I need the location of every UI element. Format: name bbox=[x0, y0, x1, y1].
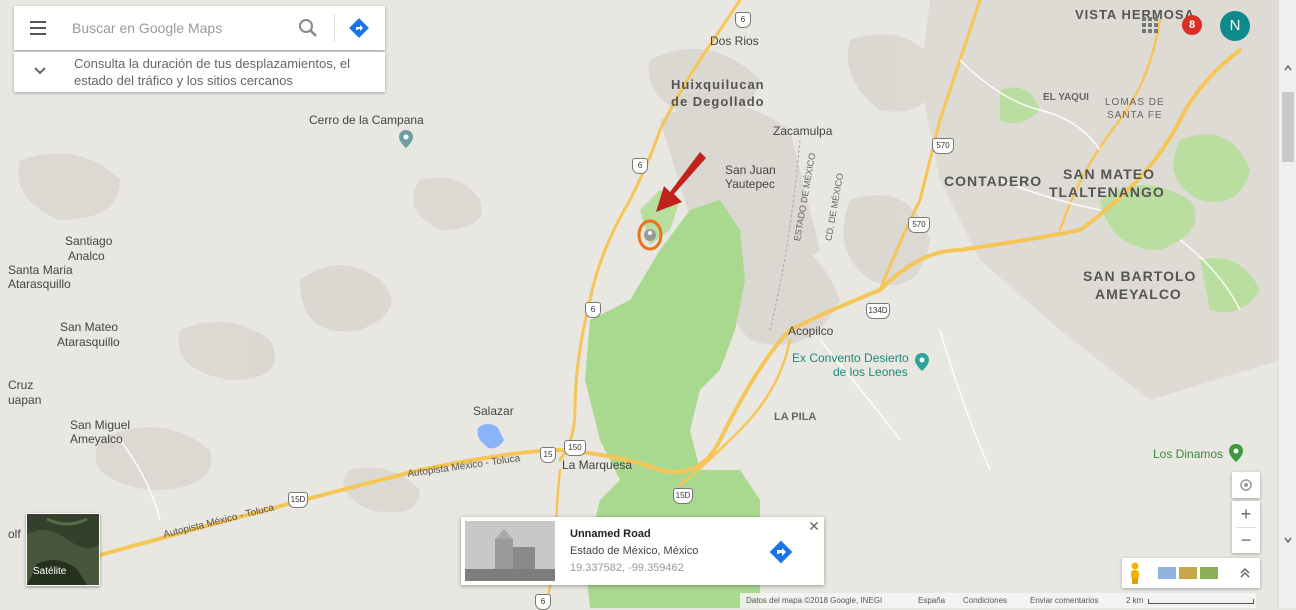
label-lomas-de: LOMAS DE bbox=[1105, 97, 1165, 108]
avatar[interactable]: N bbox=[1220, 11, 1250, 41]
location-marker-icon[interactable] bbox=[636, 218, 666, 254]
label-san-miguel: San Miguel bbox=[70, 418, 131, 432]
label-acopilco: Acopilco bbox=[788, 324, 834, 338]
route-shield: 150 bbox=[564, 440, 586, 456]
street-view-thumbnail[interactable] bbox=[465, 521, 555, 581]
place-subtitle: Estado de México, México bbox=[570, 545, 699, 557]
label-san-mateo-atarasquillo: San Mateo bbox=[60, 320, 119, 334]
search-icon[interactable] bbox=[298, 18, 318, 38]
label-santa-fe: SANTA FE bbox=[1107, 110, 1163, 121]
traffic-hint-panel: Consulta la duración de tus desplazamien… bbox=[14, 52, 385, 92]
label-uapan: uapan bbox=[8, 393, 42, 407]
scroll-up-arrow[interactable] bbox=[1283, 60, 1293, 71]
chevron-down-icon[interactable] bbox=[32, 62, 48, 78]
footer-country[interactable]: España bbox=[918, 593, 945, 608]
layer-thumb-2[interactable] bbox=[1179, 567, 1197, 579]
route-shield: 15 bbox=[540, 447, 556, 463]
label-contadero: CONTADERO bbox=[944, 173, 1043, 189]
zoom-out-button[interactable]: − bbox=[1232, 527, 1260, 553]
label-san-juan: San Juan bbox=[725, 163, 776, 177]
label-san-mateo: SAN MATEO bbox=[1063, 166, 1155, 182]
label-analco: Analco bbox=[68, 249, 105, 263]
satellite-label: Satélite bbox=[33, 566, 67, 577]
label-tlaltenango: TLALTENANGO bbox=[1049, 184, 1165, 200]
label-salazar: Salazar bbox=[473, 404, 514, 418]
label-ameyalco-w: Ameyalco bbox=[70, 432, 123, 446]
label-cruz: Cruz bbox=[8, 378, 34, 392]
label-ameyalco-e: AMEYALCO bbox=[1095, 286, 1182, 302]
pegman-icon[interactable] bbox=[1128, 562, 1142, 584]
building-icon bbox=[465, 521, 555, 581]
layer-thumb-3[interactable] bbox=[1200, 567, 1218, 579]
layer-thumb-1[interactable] bbox=[1158, 567, 1176, 579]
notification-badge[interactable]: 8 bbox=[1182, 15, 1202, 35]
label-zacamulpa: Zacamulpa bbox=[773, 124, 833, 138]
label-de-degollado: de Degollado bbox=[671, 94, 765, 109]
footer-scale: 2 km bbox=[1126, 596, 1144, 605]
search-box bbox=[14, 6, 385, 50]
label-el-yaqui: EL YAQUI bbox=[1043, 92, 1089, 103]
chevron-up-icon[interactable] bbox=[1238, 566, 1252, 580]
label-san-bartolo: SAN BARTOLO bbox=[1083, 268, 1197, 284]
place-card[interactable]: Unnamed Road Estado de México, México 19… bbox=[461, 517, 824, 585]
route-shield: 134D bbox=[866, 303, 890, 319]
search-divider bbox=[334, 14, 335, 42]
label-santa-maria: Santa Maria bbox=[8, 263, 73, 277]
footer-terms[interactable]: Condiciones bbox=[963, 593, 1007, 608]
search-input[interactable] bbox=[72, 18, 292, 38]
my-location-icon bbox=[1240, 479, 1252, 491]
label-vista-hermosa: VISTA HERMOSA bbox=[1075, 7, 1195, 22]
footer-attribution: Datos del mapa ©2018 Google, INEGI bbox=[746, 596, 883, 605]
card-directions-icon[interactable] bbox=[768, 539, 794, 565]
route-shield: 570 bbox=[932, 138, 954, 154]
map-footer: Datos del mapa ©2018 Google, INEGI Españ… bbox=[740, 593, 1256, 608]
menu-icon[interactable] bbox=[28, 18, 48, 38]
route-shield: 6 bbox=[585, 302, 601, 318]
route-shield: 15D bbox=[673, 488, 693, 504]
window-scrollbar[interactable] bbox=[1278, 0, 1296, 608]
label-atarasquillo-2: Atarasquillo bbox=[57, 335, 120, 349]
label-golf: olf bbox=[8, 527, 21, 541]
scale-bar bbox=[1148, 599, 1254, 604]
zoom-controls: + − bbox=[1232, 501, 1260, 553]
label-huixquilucan: Huixquilucan bbox=[671, 77, 765, 92]
place-title: Unnamed Road bbox=[570, 528, 651, 540]
directions-icon[interactable] bbox=[348, 17, 370, 39]
route-shield: 6 bbox=[735, 12, 751, 28]
close-icon[interactable]: ✕ bbox=[807, 519, 821, 533]
label-ex-convento[interactable]: Ex Convento Desierto bbox=[792, 351, 909, 365]
label-atarasquillo: Atarasquillo bbox=[8, 277, 71, 291]
label-la-marquesa: La Marquesa bbox=[562, 458, 633, 472]
route-shield: 570 bbox=[908, 217, 930, 233]
route-shield: 6 bbox=[632, 158, 648, 174]
scroll-down-arrow[interactable] bbox=[1283, 532, 1293, 544]
route-shield: 15D bbox=[288, 492, 308, 508]
apps-grid-icon[interactable] bbox=[1142, 17, 1158, 33]
scroll-thumb[interactable] bbox=[1282, 92, 1294, 162]
label-la-pila: LA PILA bbox=[774, 411, 817, 423]
footer-feedback[interactable]: Enviar comentarios bbox=[1030, 593, 1098, 608]
label-santiago: Santiago bbox=[65, 234, 113, 248]
dinamos-poi-icon[interactable] bbox=[1229, 444, 1243, 462]
place-coordinates: 19.337582, -99.359462 bbox=[570, 562, 684, 574]
zoom-in-button[interactable]: + bbox=[1232, 501, 1260, 527]
my-location-button[interactable] bbox=[1232, 472, 1260, 498]
cerro-poi-icon[interactable] bbox=[399, 130, 413, 148]
traffic-hint-text[interactable]: Consulta la duración de tus desplazamien… bbox=[74, 55, 380, 89]
satellite-toggle-button[interactable]: Satélite bbox=[26, 513, 100, 586]
label-yautepec: Yautepec bbox=[725, 177, 775, 191]
convento-poi-icon[interactable] bbox=[915, 353, 929, 371]
layers-bar bbox=[1122, 558, 1260, 588]
red-arrow-icon bbox=[656, 152, 706, 212]
label-de-los-leones[interactable]: de los Leones bbox=[833, 365, 908, 379]
label-dos-rios: Dos Rios bbox=[710, 34, 759, 48]
label-cerro-campana: Cerro de la Campana bbox=[309, 113, 424, 127]
label-los-dinamos[interactable]: Los Dinamos bbox=[1153, 447, 1223, 461]
